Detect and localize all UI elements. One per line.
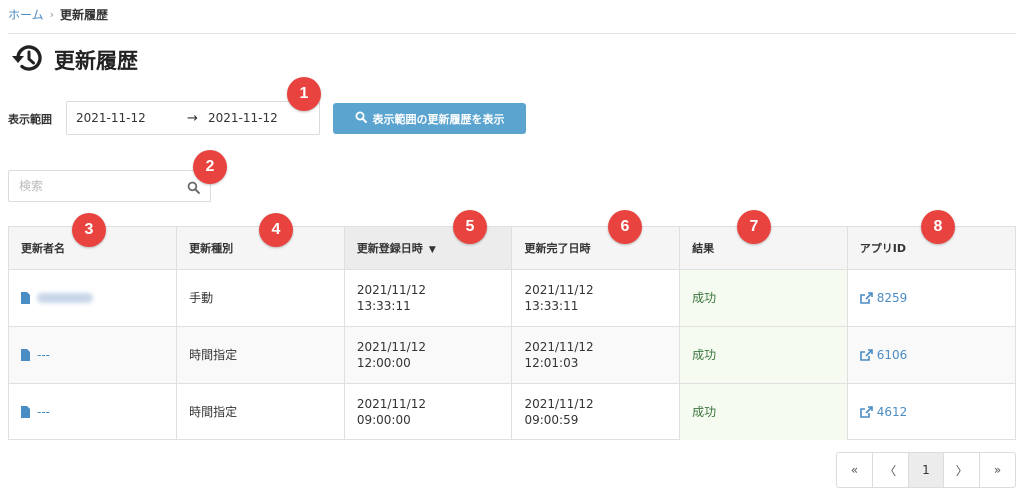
result-cell: 成功 [679,326,848,384]
registered-date: 2021/11/12 [356,282,426,297]
completed-time: 12:01:03 [524,355,579,370]
breadcrumb-separator: › [49,8,55,21]
result-cell: 成功 [679,383,848,440]
search-icon [355,111,367,126]
updater-cell: --- [9,326,178,384]
completed-date: 2021/11/12 [524,282,594,297]
completed-date: 2021/11/12 [524,339,594,354]
app-id-value: 6106 [876,347,908,362]
registered-time: 09:00:00 [356,412,411,427]
updater-link[interactable]: --- [21,347,176,363]
completed-at-cell: 2021/11/12 09:00:59 [511,383,681,440]
start-date-field[interactable]: 2021-11-12 [76,111,146,125]
document-icon [21,348,30,361]
updater-name: --- [37,347,50,362]
app-id-cell: 4612 [847,383,1015,440]
registered-date: 2021/11/12 [356,339,426,354]
pagination-page-1[interactable]: 1 [908,453,945,487]
pagination-prev-button[interactable]: 〈 [873,453,909,487]
column-header-registered-at[interactable]: 更新登録日時 ▼ [344,227,513,270]
annotation-badge-7: 7 [737,210,771,244]
range-label: 表示範囲 [8,113,52,126]
updater-link[interactable] [21,291,176,304]
app-id-link[interactable]: 8259 [859,290,1015,306]
pagination-first-button[interactable]: « [837,453,873,487]
completed-at-cell: 2021/11/12 12:01:03 [511,326,681,384]
annotation-badge-3: 3 [72,213,106,247]
app-id-link[interactable]: 4612 [859,404,1015,420]
annotation-badge-4: 4 [259,213,293,247]
pagination: « 〈 1 〉 » [836,452,1016,488]
annotation-badge-1: 1 [287,77,321,111]
document-icon [21,405,30,418]
date-range-picker[interactable]: 2021-11-12 → 2021-11-12 [66,101,320,135]
pagination-next-button[interactable]: 〉 [944,453,981,487]
updater-link[interactable]: --- [21,404,176,420]
search-icon[interactable] [187,179,200,198]
completed-date: 2021/11/12 [524,396,594,411]
updater-name-redacted [37,292,93,303]
arrow-right-icon: → [187,110,198,126]
external-link-icon [859,405,873,418]
registered-at-cell: 2021/11/12 12:00:00 [344,326,513,384]
annotation-badge-5: 5 [453,210,487,244]
breadcrumb: ホーム › 更新履歴 [8,6,108,23]
completed-time: 13:33:11 [524,298,579,313]
history-table: 更新者名 更新種別 更新登録日時 ▼ 更新完了日時 結果 アプリID 手動 202… [8,226,1016,440]
registered-at-cell: 2021/11/12 13:33:11 [344,269,513,327]
updater-name: --- [37,404,50,419]
update-type-cell: 時間指定 [176,326,345,384]
page-header: 更新履歴 [10,42,138,78]
app-id-link[interactable]: 6106 [859,347,1015,363]
updater-cell: --- [9,383,178,440]
app-id-cell: 6106 [847,326,1015,384]
completed-time: 09:00:59 [524,412,579,427]
document-icon [21,291,30,304]
app-id-value: 4612 [876,404,908,419]
search-input[interactable] [9,171,179,201]
result-cell: 成功 [679,269,848,327]
external-link-icon [859,348,873,361]
column-header-completed-at[interactable]: 更新完了日時 [511,227,681,270]
column-header-registered-at-label: 更新登録日時 [356,241,423,255]
update-type-cell: 手動 [176,269,345,327]
table-header-row: 更新者名 更新種別 更新登録日時 ▼ 更新完了日時 結果 アプリID [9,227,1015,270]
table-row: 手動 2021/11/12 13:33:11 2021/11/12 13:33:11… [9,269,1015,327]
show-range-history-button[interactable]: 表示範囲の更新履歴を表示 [333,103,526,134]
update-type-cell: 時間指定 [176,383,345,440]
page-title: 更新履歴 [54,49,138,73]
show-range-history-label: 表示範囲の更新履歴を表示 [372,112,505,126]
divider [8,33,1016,34]
updater-cell [9,269,178,327]
search-box [8,170,211,202]
end-date-field[interactable]: 2021-11-12 [208,111,278,125]
external-link-icon [859,291,873,304]
breadcrumb-current: 更新履歴 [60,8,109,22]
annotation-badge-2: 2 [193,150,227,184]
registered-time: 13:33:11 [356,298,411,313]
history-icon [10,42,44,78]
annotation-badge-8: 8 [921,210,955,244]
table-row: --- 時間指定 2021/11/12 12:00:00 2021/11/12 12… [9,326,1015,384]
breadcrumb-home-link[interactable]: ホーム [8,6,44,23]
table-row: --- 時間指定 2021/11/12 09:00:00 2021/11/12 09… [9,383,1015,440]
annotation-badge-6: 6 [608,210,642,244]
pagination-last-button[interactable]: » [980,453,1015,487]
registered-at-cell: 2021/11/12 09:00:00 [344,383,513,440]
sort-desc-icon: ▼ [428,244,436,255]
app-id-cell: 8259 [847,269,1015,327]
registered-time: 12:00:00 [356,355,411,370]
registered-date: 2021/11/12 [356,396,426,411]
completed-at-cell: 2021/11/12 13:33:11 [511,269,681,327]
app-id-value: 8259 [876,290,908,305]
